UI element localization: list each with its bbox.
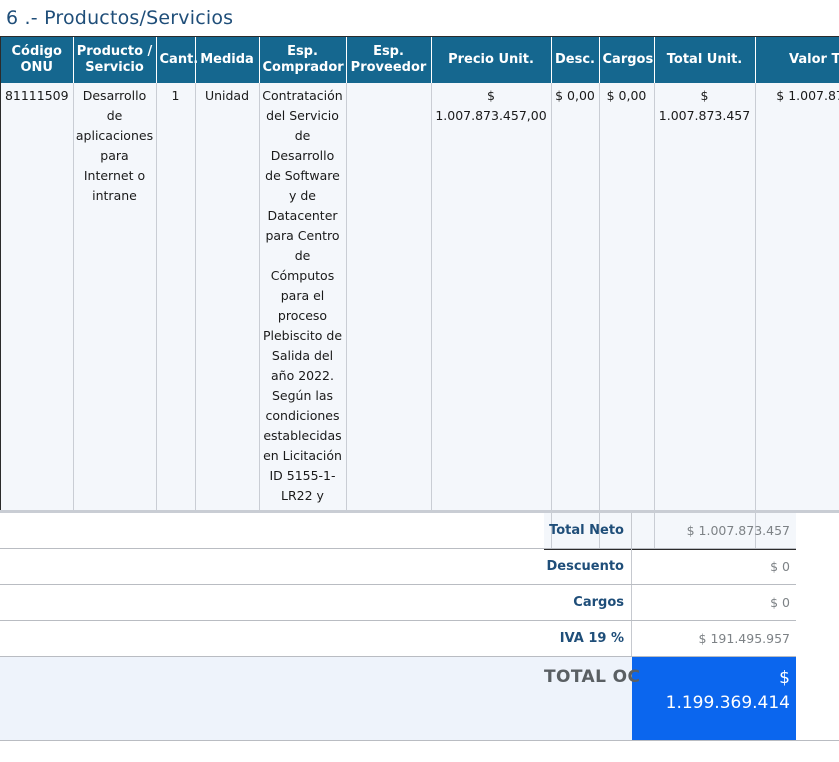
totals-body: Total Neto $ 1.007.873.457 Descuento $ 0… bbox=[0, 513, 839, 741]
totals-label-cargos: Cargos bbox=[544, 584, 632, 621]
totals-tail bbox=[796, 513, 839, 549]
totals-tail bbox=[796, 548, 839, 585]
products-table-container: Código ONU Producto / Servicio Cant. Med… bbox=[0, 36, 839, 550]
column-header-cantidad[interactable]: Cant. bbox=[155, 37, 198, 83]
column-header-desc[interactable]: Desc. bbox=[550, 37, 600, 83]
totals-value-total-neto: $ 1.007.873.457 bbox=[631, 513, 796, 549]
totals-label-total-neto: Total Neto bbox=[544, 513, 632, 549]
column-header-codigo-onu[interactable]: Código ONU bbox=[1, 37, 74, 83]
cell-medida: Unidad bbox=[194, 83, 260, 549]
cell-precio-unit: $ 1.007.873.457,00 bbox=[430, 83, 552, 549]
cell-cargos: $ 0,00 bbox=[598, 83, 655, 549]
totals-value-cargos: $ 0 bbox=[631, 584, 796, 621]
column-header-precio-unit[interactable]: Precio Unit. bbox=[430, 37, 552, 83]
totals-label-iva: IVA 19 % bbox=[544, 620, 632, 657]
totals-row-total-neto: Total Neto $ 1.007.873.457 bbox=[0, 513, 839, 549]
totals-table: Total Neto $ 1.007.873.457 Descuento $ 0… bbox=[0, 513, 839, 741]
totals-row-descuento: Descuento $ 0 bbox=[0, 548, 839, 585]
table-row: 81111509 Desarrollo de aplicaciones para… bbox=[1, 83, 839, 549]
products-table-body: 81111509 Desarrollo de aplicaciones para… bbox=[1, 83, 839, 549]
products-table: Código ONU Producto / Servicio Cant. Med… bbox=[1, 37, 839, 549]
totals-spacer bbox=[0, 656, 544, 741]
cell-valor-total: $ 1.007.873.457 bbox=[754, 83, 839, 549]
cell-codigo-onu: 81111509 bbox=[1, 83, 74, 549]
totals-label-total-oc: TOTAL OC bbox=[544, 656, 640, 741]
column-header-valor-total[interactable]: Valor Total bbox=[754, 37, 839, 83]
totals-spacer bbox=[0, 548, 544, 585]
totals-tail bbox=[796, 584, 839, 621]
totals-tail bbox=[796, 620, 839, 657]
totals-tail bbox=[796, 656, 839, 741]
totals-value-total-oc: $ 1.199.369.414 bbox=[631, 656, 796, 741]
cell-total-unit: $ 1.007.873.457 bbox=[653, 83, 756, 549]
totals-row-iva: IVA 19 % $ 191.495.957 bbox=[0, 620, 839, 657]
page-title: 6 .- Productos/Servicios bbox=[6, 7, 234, 29]
totals-value-iva: $ 191.495.957 bbox=[631, 620, 796, 657]
column-header-cargos[interactable]: Cargos bbox=[598, 37, 655, 83]
cell-cantidad: 1 bbox=[155, 83, 196, 549]
totals-spacer bbox=[0, 584, 544, 621]
table-header-row: Código ONU Producto / Servicio Cant. Med… bbox=[1, 37, 839, 83]
cell-desc: $ 0,00 bbox=[550, 83, 600, 549]
cell-producto-servicio: Desarrollo de aplicaciones para Internet… bbox=[72, 83, 157, 549]
totals-row-total-oc: TOTAL OC $ 1.199.369.414 bbox=[0, 656, 839, 741]
column-header-total-unit[interactable]: Total Unit. bbox=[653, 37, 756, 83]
totals-label-descuento: Descuento bbox=[544, 548, 632, 585]
column-header-producto-servicio[interactable]: Producto / Servicio bbox=[72, 37, 157, 83]
cell-esp-comprador: Contratación del Servicio de Desarrollo … bbox=[258, 83, 347, 549]
column-header-medida[interactable]: Medida bbox=[194, 37, 260, 83]
column-header-esp-proveedor[interactable]: Esp. Proveedor bbox=[345, 37, 432, 83]
cell-esp-proveedor bbox=[345, 83, 432, 549]
products-table-header: Código ONU Producto / Servicio Cant. Med… bbox=[1, 37, 839, 83]
totals-spacer bbox=[0, 620, 544, 657]
total-oc-currency: $ bbox=[779, 668, 790, 688]
totals-row-cargos: Cargos $ 0 bbox=[0, 584, 839, 621]
totals-value-descuento: $ 0 bbox=[631, 548, 796, 585]
totals-spacer bbox=[0, 513, 544, 549]
column-header-esp-comprador[interactable]: Esp. Comprador bbox=[258, 37, 347, 83]
total-oc-amount: 1.199.369.414 bbox=[665, 693, 790, 713]
